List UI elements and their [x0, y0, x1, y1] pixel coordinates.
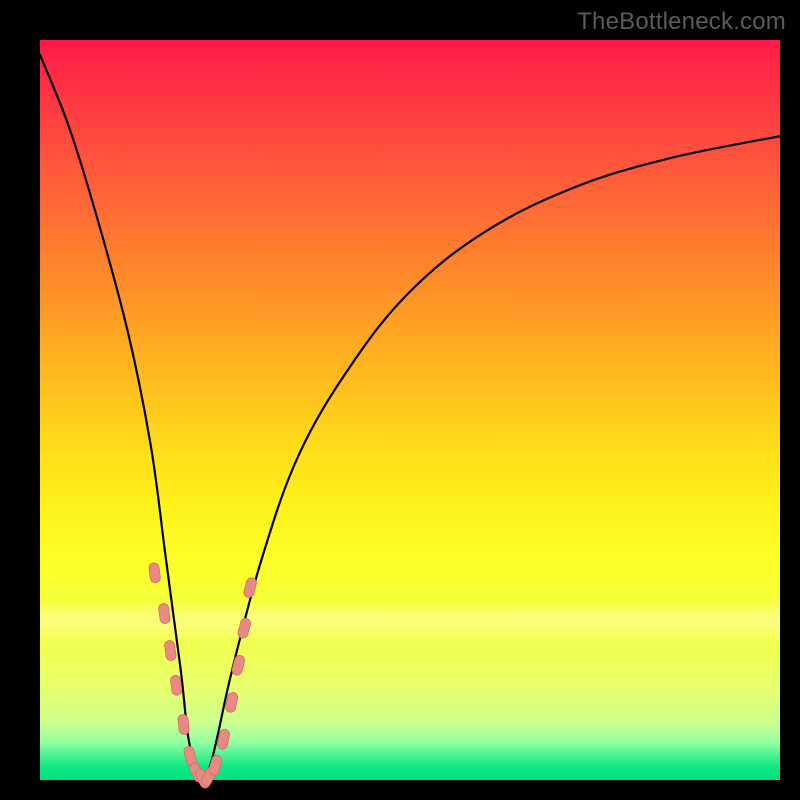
curve-marker: [170, 675, 183, 696]
curve-marker: [158, 603, 171, 624]
curve-marker: [148, 562, 161, 583]
curve-marker: [243, 577, 258, 599]
curve-marker: [237, 617, 252, 639]
curve-marker: [177, 714, 189, 735]
curve-marker: [231, 654, 246, 676]
curve-marker: [208, 754, 223, 776]
marker-group: [148, 562, 257, 789]
watermark-text: TheBottleneck.com: [577, 8, 786, 36]
bottleneck-curve: [40, 55, 780, 780]
chart-overlay: [40, 40, 780, 780]
curve-marker: [164, 640, 177, 661]
chart-frame: TheBottleneck.com: [0, 0, 800, 800]
